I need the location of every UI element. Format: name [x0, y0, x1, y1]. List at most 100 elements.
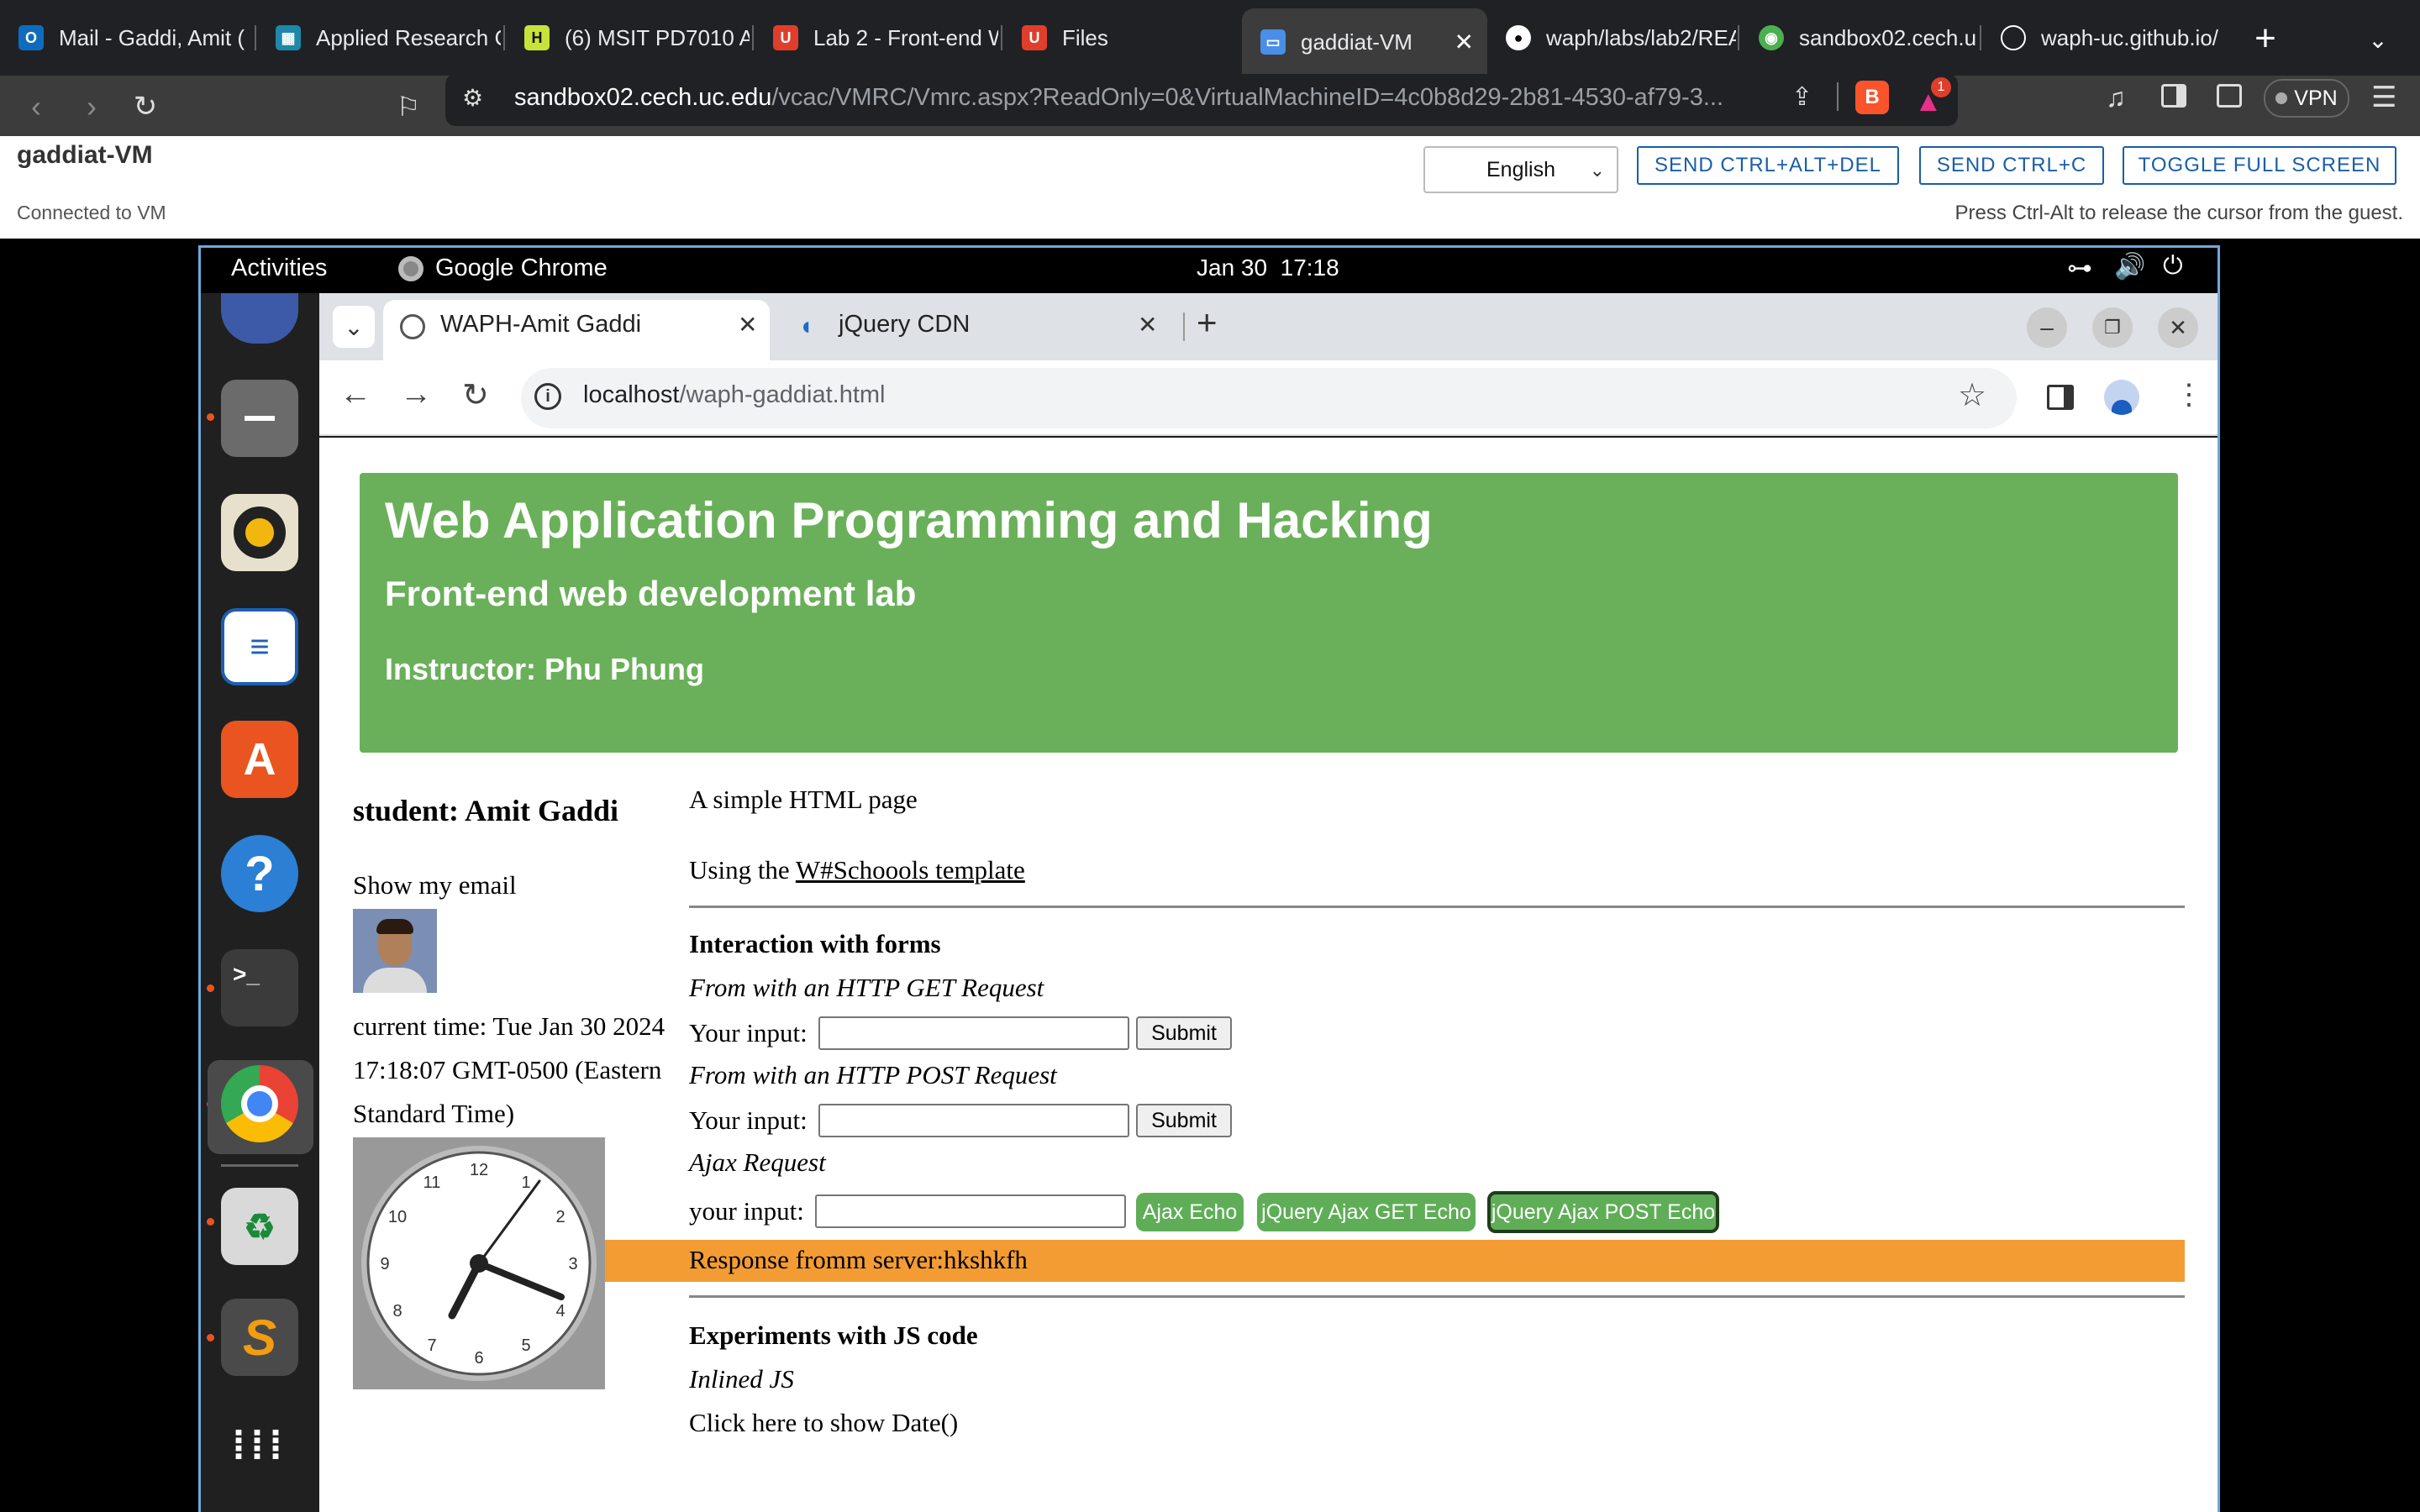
libreoffice-writer-icon[interactable]: ≡	[221, 608, 298, 685]
globe-icon	[400, 314, 425, 339]
star-icon[interactable]: ☆	[1958, 376, 1986, 414]
back-icon[interactable]: ←	[339, 376, 371, 412]
monitor-icon: ▭	[1260, 29, 1286, 55]
host-tab-msit[interactable]: H (6) MSIT PD7010 A	[506, 13, 750, 62]
show-apps-icon[interactable]: ⁞⁞⁞	[221, 1408, 298, 1485]
close-tab-icon[interactable]: ✕	[1455, 29, 1474, 56]
toggle-full-screen-button[interactable]: TOGGLE FULL SCREEN	[2123, 146, 2396, 185]
send-ctrl-c-button[interactable]: SEND CTRL+C	[1919, 146, 2104, 185]
close-window-icon[interactable]: ✕	[2158, 307, 2198, 348]
current-time-line: 17:18:07 GMT-0500 (Eastern	[353, 1055, 662, 1084]
chrome-dock-icon[interactable]	[221, 1065, 298, 1142]
reload-icon[interactable]: ↻	[462, 376, 489, 414]
minimize-icon[interactable]: –	[2027, 307, 2067, 348]
jquery-post-echo-button[interactable]: jQuery Ajax POST Echo	[1487, 1191, 1719, 1233]
menu-icon[interactable]: ☰	[2371, 81, 2396, 114]
host-tab-files[interactable]: U Files	[1003, 13, 1239, 62]
volume-icon[interactable]: 🔊	[2114, 252, 2145, 281]
template-line: Using the W#Schoools template	[689, 855, 1025, 885]
guest-url[interactable]: localhost/waph-gaddiat.html	[583, 381, 886, 409]
host-tab-gaddiat-vm[interactable]: ▭ gaddiat-VM ✕	[1242, 8, 1487, 76]
vm-title: gaddiat-VM	[17, 141, 153, 169]
kebab-menu-icon[interactable]: ⋮	[2175, 378, 2203, 412]
close-tab-icon[interactable]: ✕	[1138, 311, 1157, 339]
clock-numeral: 11	[424, 1173, 441, 1192]
student-name: student: Amit Gaddi	[353, 794, 619, 827]
forward-icon[interactable]: →	[400, 376, 432, 412]
network-icon[interactable]: ⊶	[2067, 254, 2092, 283]
clock-numeral: 9	[380, 1255, 389, 1273]
profile-avatar-icon[interactable]	[2104, 380, 2139, 415]
simple-page-text: A simple HTML page	[689, 785, 918, 814]
clock-face: 121234567891011	[361, 1146, 597, 1381]
site-settings-icon[interactable]: ⚙	[462, 84, 483, 112]
restore-icon[interactable]: ❐	[2092, 307, 2133, 348]
guest-tab-label: WAPH-Amit Gaddi	[440, 311, 642, 338]
ajax-input-label: your input:	[689, 1196, 804, 1226]
github-icon: ●	[1506, 25, 1531, 50]
new-tab-icon[interactable]: +	[1197, 302, 1218, 343]
tab-list-chevron-icon[interactable]: ⌄	[333, 306, 375, 348]
send-ctrl-alt-del-button[interactable]: SEND CTRL+ALT+DEL	[1637, 146, 1899, 185]
release-cursor-hint: Press Ctrl-Alt to release the cursor fro…	[1954, 202, 2403, 224]
app-center-icon[interactable]: A	[221, 721, 298, 798]
avatar	[353, 909, 437, 993]
forward-icon[interactable]: ›	[66, 81, 118, 133]
clock-numeral: 1	[521, 1173, 530, 1192]
jquery-get-echo-button[interactable]: jQuery Ajax GET Echo	[1257, 1193, 1476, 1231]
input-label: Your input:	[689, 1105, 808, 1135]
reload-icon[interactable]: ↻	[119, 81, 171, 133]
header-banner: Web Application Programming and Hacking …	[360, 473, 2178, 753]
post-input[interactable]	[818, 1104, 1129, 1137]
media-icon[interactable]: ♫	[2106, 82, 2126, 113]
help-icon[interactable]: ?	[221, 835, 298, 912]
info-icon[interactable]: i	[534, 383, 561, 410]
tab-search-chevron-icon[interactable]: ⌄	[2353, 18, 2403, 60]
show-date-link[interactable]: Click here to show Date()	[689, 1408, 958, 1438]
side-panel-icon[interactable]	[2047, 385, 2074, 410]
get-input[interactable]	[818, 1016, 1129, 1050]
bookmark-icon[interactable]: ⚐	[382, 81, 434, 133]
get-form-label: From with an HTTP GET Request	[689, 973, 1044, 1002]
new-tab-icon[interactable]: +	[2240, 15, 2291, 62]
close-tab-icon[interactable]: ✕	[738, 311, 757, 339]
host-tab-sandbox[interactable]: ◉ sandbox02.cech.uc	[1740, 13, 1977, 62]
system-clock[interactable]: Jan 30 17:18	[1197, 255, 1339, 281]
wallet-icon[interactable]	[2217, 84, 2242, 108]
host-tab-lab2[interactable]: U Lab 2 - Front-end W	[755, 13, 998, 62]
ajax-input[interactable]	[815, 1194, 1126, 1228]
outlook-icon: O	[18, 25, 44, 50]
share-icon[interactable]: ⇪	[1791, 82, 1812, 112]
power-icon[interactable]: ⏻	[2163, 252, 2183, 281]
guest-tab-label[interactable]: jQuery CDN	[839, 311, 970, 339]
sublime-text-icon[interactable]: S	[221, 1299, 298, 1376]
activities-button[interactable]: Activities	[231, 255, 327, 282]
get-submit-button[interactable]: Submit	[1136, 1016, 1232, 1050]
rhythmbox-icon[interactable]	[221, 494, 298, 571]
input-label: Your input:	[689, 1018, 808, 1047]
host-tab-applied-research[interactable]: ▦ Applied Research C	[257, 13, 501, 62]
host-tab-github[interactable]: ● waph/labs/lab2/REA	[1487, 13, 1736, 62]
sidebar-icon[interactable]	[2161, 84, 2186, 108]
clock-numeral: 5	[521, 1336, 530, 1355]
show-email-link[interactable]: Show my email	[353, 870, 517, 900]
chevron-down-icon: ⌄	[1589, 160, 1605, 181]
current-time-line: Standard Time)	[353, 1099, 515, 1128]
analog-clock: 12 1 2 3 4 5 6 7 8 9 10 11	[353, 1137, 605, 1389]
files-icon[interactable]	[221, 380, 298, 457]
trash-icon[interactable]: ♻	[221, 1188, 298, 1265]
msit-icon: H	[524, 25, 550, 50]
brave-shield-icon[interactable]: B	[1855, 81, 1889, 114]
app-menu[interactable]: Google Chrome	[435, 255, 608, 282]
host-tab-mail[interactable]: O Mail - Gaddi, Amit (	[0, 13, 252, 62]
vpn-button[interactable]: VPN	[2264, 79, 2349, 118]
template-link[interactable]: W#Schoools template	[796, 855, 1025, 885]
post-submit-button[interactable]: Submit	[1136, 1104, 1232, 1137]
host-url[interactable]: sandbox02.cech.uc.edu/vcac/VMRC/Vmrc.asp…	[514, 84, 1723, 112]
language-select[interactable]: English ⌄	[1423, 146, 1618, 193]
host-tab-waph-github-io[interactable]: waph-uc.github.io/	[1982, 13, 2226, 62]
back-icon[interactable]: ‹	[10, 81, 62, 133]
clock-numeral: 3	[568, 1255, 577, 1273]
terminal-icon[interactable]: >_	[221, 949, 298, 1026]
ajax-echo-button[interactable]: Ajax Echo	[1136, 1193, 1244, 1231]
